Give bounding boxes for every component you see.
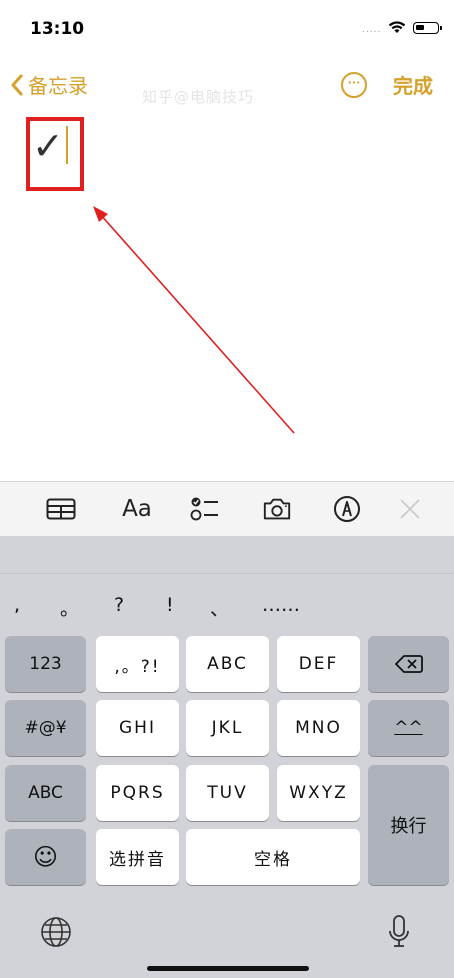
close-icon[interactable]	[395, 494, 425, 524]
key-pinyin[interactable]: 选拼音	[96, 829, 179, 885]
back-button[interactable]: 备忘录	[10, 70, 88, 99]
punct-comma[interactable]: ,	[14, 594, 20, 616]
key-def[interactable]: DEF	[277, 636, 360, 692]
key-pqrs[interactable]: PQRS	[96, 765, 179, 821]
key-abc-mode[interactable]: ABC	[5, 765, 86, 821]
wifi-icon	[388, 21, 406, 33]
table-icon[interactable]	[46, 494, 76, 524]
key-jkl[interactable]: JKL	[186, 700, 269, 756]
punct-enum-comma[interactable]: 、	[210, 594, 229, 621]
key-punct[interactable]: ,。?!	[96, 636, 179, 692]
globe-icon[interactable]	[38, 914, 74, 950]
punct-period[interactable]: 。	[60, 594, 79, 621]
format-text-button[interactable]: Aa	[117, 494, 157, 524]
more-options-button[interactable]: ···	[341, 72, 367, 98]
space-key[interactable]: 空格	[186, 829, 360, 885]
done-button[interactable]: 完成	[393, 70, 433, 99]
return-key[interactable]: 换行	[368, 765, 449, 885]
key-symbols[interactable]: #@¥	[5, 700, 86, 756]
format-toolbar: Aa	[0, 481, 454, 536]
signal-icon: .....	[362, 25, 382, 35]
key-123[interactable]: 123	[5, 636, 86, 692]
delete-key[interactable]	[368, 636, 449, 692]
home-indicator	[147, 966, 309, 971]
punct-exclaim[interactable]: !	[166, 594, 174, 616]
battery-icon	[413, 22, 442, 34]
punct-question[interactable]: ?	[114, 594, 124, 616]
key-mno[interactable]: MNO	[277, 700, 360, 756]
text-cursor	[66, 126, 68, 164]
checklist-icon[interactable]	[190, 494, 220, 524]
back-label: 备忘录	[28, 74, 88, 98]
microphone-icon[interactable]	[384, 912, 414, 952]
key-ghi[interactable]: GHI	[96, 700, 179, 756]
key-tuv[interactable]: TUV	[186, 765, 269, 821]
camera-icon[interactable]	[262, 494, 292, 524]
key-wxyz[interactable]: WXYZ	[277, 765, 360, 821]
punct-ellipsis[interactable]: ……	[262, 594, 300, 616]
key-emoticon[interactable]: ^^	[368, 700, 449, 756]
delete-icon	[394, 655, 423, 673]
key-abc[interactable]: ABC	[186, 636, 269, 692]
pen-icon[interactable]	[332, 494, 362, 524]
watermark: 知乎@电脑技巧	[142, 88, 255, 106]
candidate-bar	[0, 536, 454, 574]
status-time: 13:10	[30, 19, 85, 39]
emoji-key[interactable]: ☺	[5, 829, 86, 885]
note-content[interactable]: ✓	[32, 124, 64, 168]
chevron-left-icon	[11, 74, 23, 95]
